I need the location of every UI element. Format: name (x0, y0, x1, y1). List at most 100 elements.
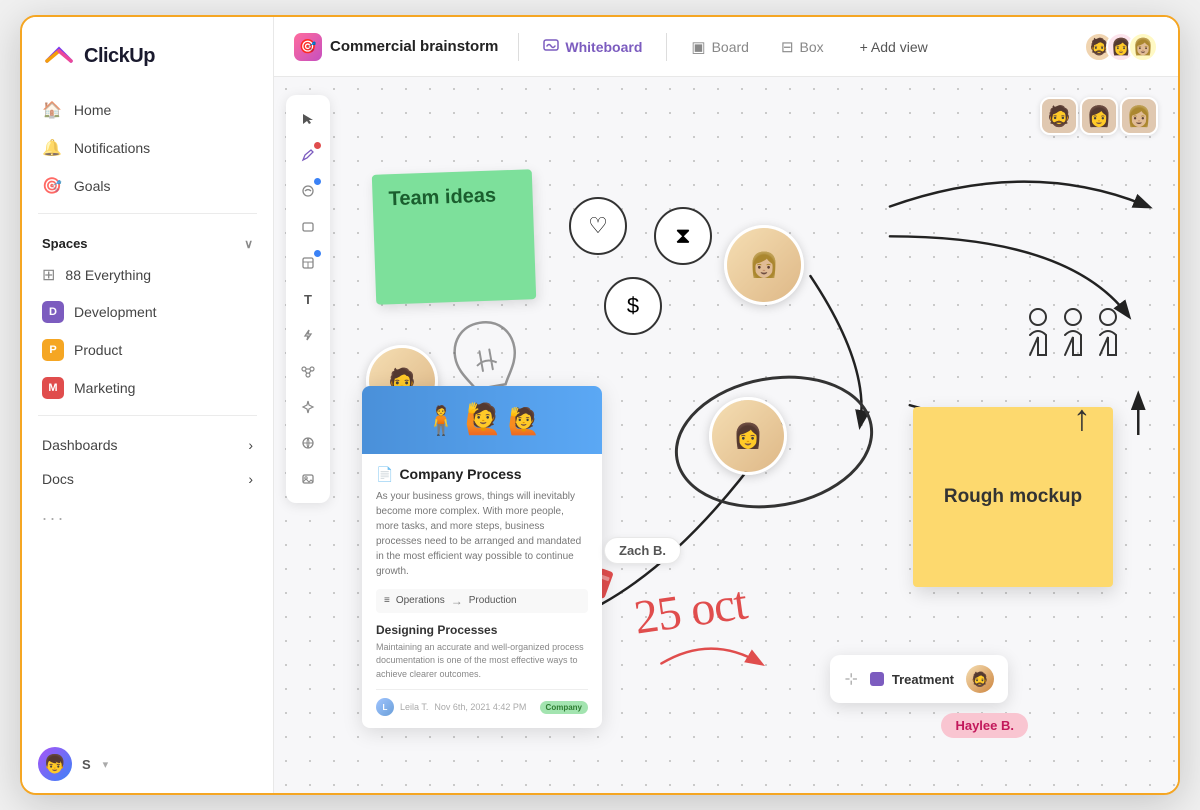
pen-dot (314, 178, 321, 185)
footer-author: Leila T. (400, 702, 428, 712)
canvas-avatar-2-face: 👩 (1082, 99, 1116, 133)
spaces-section: Spaces ∨ (22, 222, 273, 257)
haylee-label-text: Haylee B. (955, 718, 1014, 733)
canvas-avatars: 🧔 👩 👩🏼 (1040, 97, 1158, 135)
zach-label: Zach B. (604, 537, 681, 564)
sidebar: ClickUp 🏠 Home 🔔 Notifications 🎯 Goals S… (22, 17, 274, 793)
sidebar-item-product-label: Product (74, 342, 122, 358)
draw-tool[interactable] (292, 139, 324, 171)
doc-card-header: 🧍 🙋 🙋 (362, 386, 602, 454)
add-view-button[interactable]: + Add view (848, 33, 940, 61)
image-tool[interactable] (292, 463, 324, 495)
tab-box[interactable]: ⊟ Box (769, 32, 836, 62)
tab-board[interactable]: ▣ Board (679, 32, 761, 62)
everything-icon: ⊞ (42, 265, 55, 285)
sidebar-item-goals[interactable]: 🎯 Goals (30, 167, 265, 205)
connect-tool[interactable] (292, 355, 324, 387)
lightning-tool[interactable] (292, 319, 324, 351)
dashboards-left: Dashboards (42, 437, 118, 453)
people-icons (1023, 305, 1123, 380)
docs-label: Docs (42, 471, 74, 487)
sidebar-item-marketing[interactable]: M Marketing (30, 369, 265, 407)
dev-icon: D (42, 301, 64, 323)
zach-label-text: Zach B. (619, 543, 666, 558)
user-initial: S (82, 757, 91, 772)
whiteboard-toolbar: T (286, 95, 330, 503)
header-person-2: 🙋 (465, 402, 502, 437)
sidebar-item-dashboards[interactable]: Dashboards › (30, 428, 265, 462)
canvas-avatar-3: 👩🏼 (1120, 97, 1158, 135)
more-options[interactable]: ... (22, 500, 273, 529)
person-photo-woman-top: 👩🏼 (724, 225, 804, 305)
doc-card[interactable]: 🧍 🙋 🙋 📄 Company Process As your business… (362, 386, 602, 729)
topbar: 🎯 Commercial brainstorm Whiteboard ▣ Boa… (274, 17, 1178, 77)
woman-center-face: 👩 (712, 400, 784, 472)
topbar-avatar-3: 👩🏼 (1128, 32, 1158, 62)
sidebar-item-development[interactable]: D Development (30, 293, 265, 331)
topbar-avatars: 🧔 👩 👩🏼 (1084, 32, 1158, 62)
header-person-3: 🙋 (508, 406, 540, 437)
spaces-chevron[interactable]: ∨ (244, 237, 253, 251)
doc-card-desc: Maintaining an accurate and well-organiz… (376, 641, 588, 682)
product-icon: P (42, 339, 64, 361)
sidebar-item-docs[interactable]: Docs › (30, 462, 265, 496)
tab-box-label: Box (800, 39, 824, 55)
user-dropdown-icon: ▾ (103, 758, 109, 771)
woman-face: 👩🏼 (727, 228, 801, 302)
dashboards-label: Dashboards (42, 437, 118, 453)
doc-icon: 📄 (376, 466, 393, 483)
select-tool[interactable] (292, 103, 324, 135)
footer-date: Nov 6th, 2021 4:42 PM (434, 702, 526, 712)
canvas-avatar-3-face: 👩🏼 (1122, 99, 1156, 133)
globe-tool[interactable] (292, 427, 324, 459)
main-nav: 🏠 Home 🔔 Notifications 🎯 Goals (22, 91, 273, 205)
sidebar-item-home-label: Home (74, 102, 111, 118)
treatment-color-block (870, 672, 884, 686)
docs-chevron: › (248, 471, 253, 487)
topbar-divider2 (666, 33, 667, 61)
note-tool[interactable] (292, 247, 324, 279)
whiteboard-canvas[interactable]: T (274, 77, 1178, 793)
doc-card-body-text: As your business grows, things will inev… (376, 489, 588, 579)
flow-from: Operations (396, 595, 445, 606)
doc-card-body: 📄 Company Process As your business grows… (362, 454, 602, 729)
pen-tool[interactable] (292, 175, 324, 207)
board-tab-icon: ▣ (691, 38, 705, 56)
oct-text: 25 oct (631, 575, 750, 645)
dashboards-chevron: › (248, 437, 253, 453)
sidebar-item-home[interactable]: 🏠 Home (30, 91, 265, 129)
main-content: 🎯 Commercial brainstorm Whiteboard ▣ Boa… (274, 17, 1178, 793)
user-footer[interactable]: 👦 S ▾ (22, 735, 273, 793)
footer-badge: Company (540, 701, 588, 714)
sidebar-item-dev-label: Development (74, 304, 157, 320)
logo-area[interactable]: ClickUp (22, 17, 273, 91)
bell-icon: 🔔 (42, 138, 62, 158)
whiteboard-tab-icon (543, 37, 559, 57)
goals-icon: 🎯 (42, 176, 62, 196)
sidebar-item-marketing-label: Marketing (74, 380, 135, 396)
doc-header-inner: 🧍 🙋 🙋 (412, 394, 553, 445)
sticky-yellow-text: Rough mockup (944, 486, 1082, 508)
sidebar-item-notifications[interactable]: 🔔 Notifications (30, 129, 265, 167)
text-tool[interactable]: T (292, 283, 324, 315)
sticky-note-team-ideas[interactable]: Team ideas (372, 169, 536, 305)
sparkle-tool[interactable] (292, 391, 324, 423)
sidebar-item-everything[interactable]: ⊞ 88 Everything (30, 257, 265, 293)
doc-card-footer: L Leila T. Nov 6th, 2021 4:42 PM Company (376, 689, 588, 716)
heart-circle: ♡ (569, 197, 627, 255)
project-info: 🎯 Commercial brainstorm (294, 33, 498, 61)
sidebar-item-product[interactable]: P Product (30, 331, 265, 369)
treatment-card[interactable]: ⊹ Treatment 🧔 (830, 655, 1008, 703)
marketing-icon: M (42, 377, 64, 399)
flow-list-icon: ≡ (384, 595, 390, 606)
person-photo-woman-center: 👩 (709, 397, 787, 475)
spaces-label: Spaces (42, 236, 88, 251)
logo-text: ClickUp (84, 45, 155, 68)
project-icon: 🎯 (294, 33, 322, 61)
rect-tool[interactable] (292, 211, 324, 243)
tab-whiteboard-label: Whiteboard (565, 39, 642, 55)
tab-whiteboard[interactable]: Whiteboard (531, 31, 654, 63)
add-view-label: + Add view (860, 39, 928, 55)
sidebar-item-everything-label: 88 Everything (65, 267, 151, 283)
draw-dot (314, 142, 321, 149)
